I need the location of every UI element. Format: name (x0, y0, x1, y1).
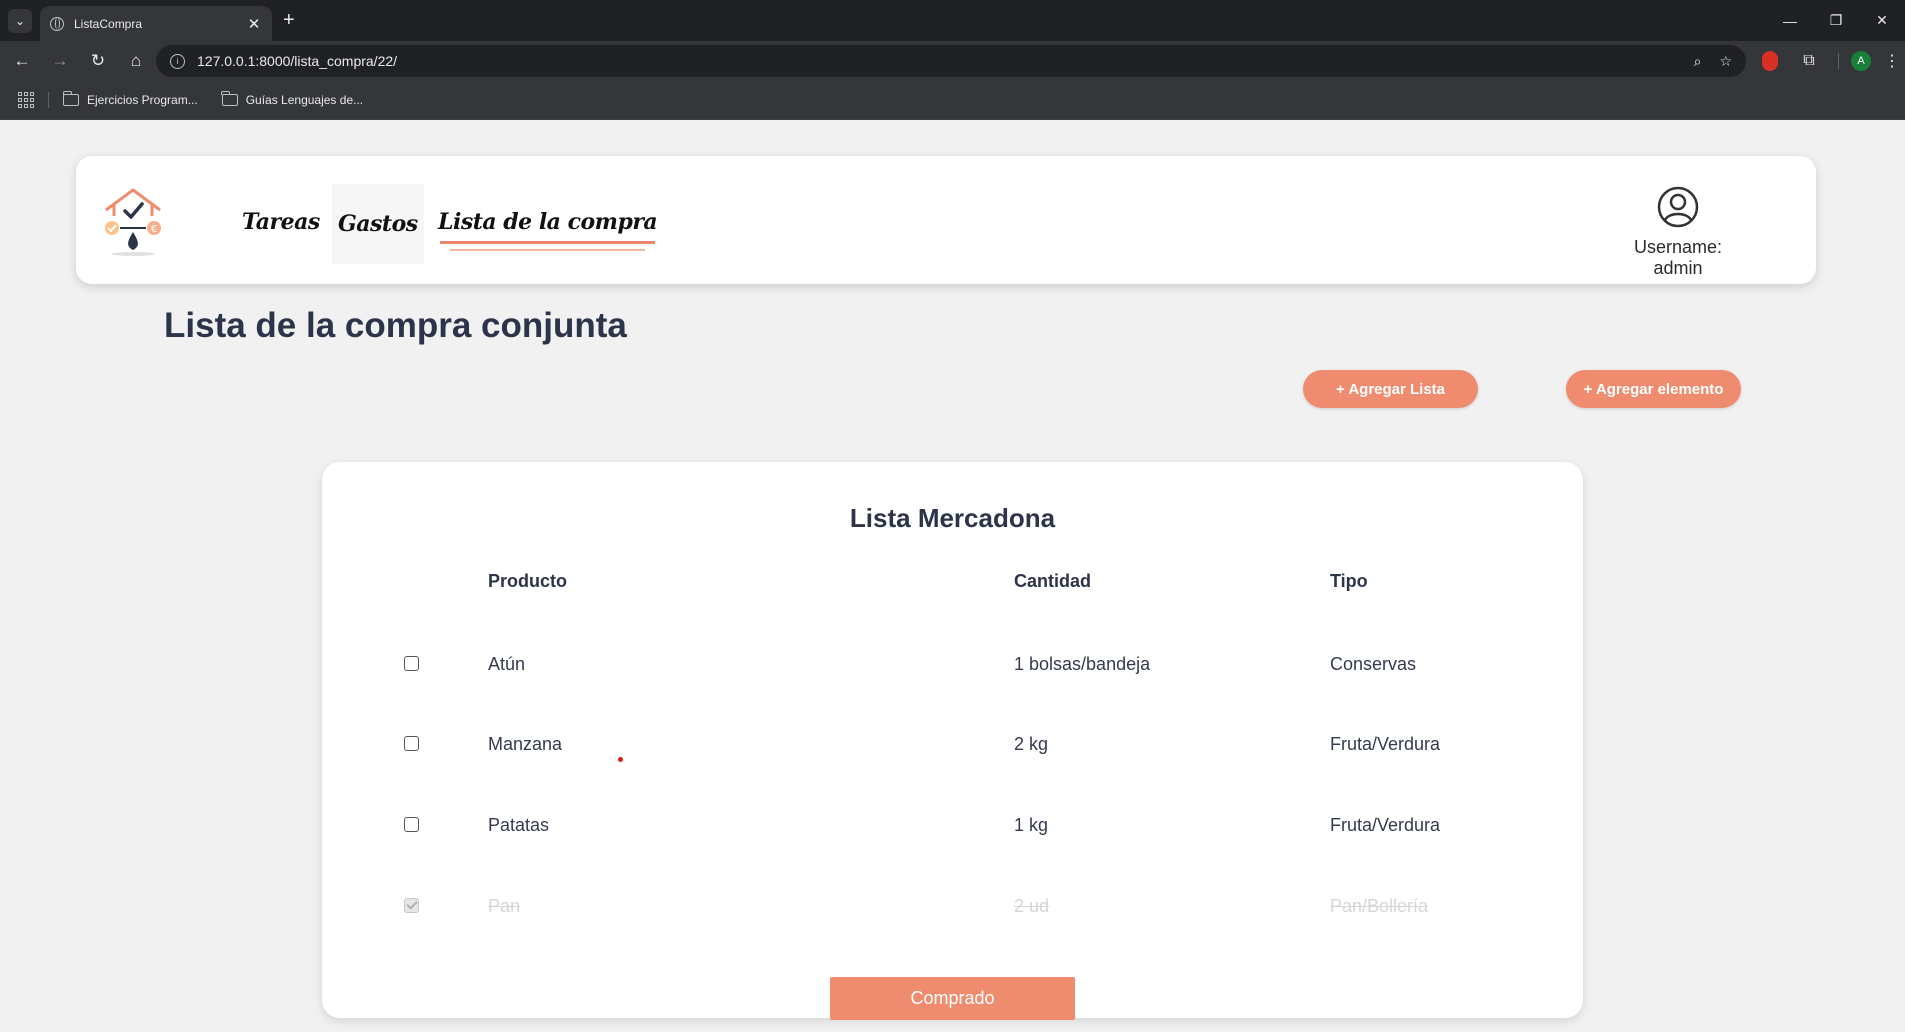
item-quantity: 1 kg (1014, 815, 1049, 835)
more-menu-icon[interactable]: ⋮ (1884, 49, 1900, 73)
window-controls: — ❐ ✕ (1767, 0, 1905, 41)
add-item-button[interactable]: + Agregar elemento (1566, 370, 1741, 408)
home-logo-icon[interactable]: € (98, 184, 168, 258)
folder-icon (62, 91, 79, 106)
bought-button[interactable]: Comprado (830, 977, 1075, 1020)
back-icon[interactable]: ← (6, 45, 38, 77)
list-item: Atún 1 bolsas/bandeja Conservas (322, 650, 1583, 680)
zoom-icon[interactable]: ⌕ (1694, 53, 1702, 70)
bookmark-folder[interactable]: Ejercicios Program... (62, 91, 198, 107)
tab-search-icon[interactable]: ⌄ (8, 9, 32, 33)
item-type: Conservas (1330, 654, 1417, 674)
item-type: Pan/Bollería (1330, 896, 1429, 916)
item-checkbox[interactable] (404, 817, 419, 832)
shopping-list-card: Lista Mercadona Producto Cantidad Tipo A… (322, 462, 1583, 1020)
column-header-product: Producto (488, 571, 567, 591)
extension-red-icon[interactable] (1762, 51, 1778, 71)
item-quantity: 2 ud (1014, 896, 1050, 916)
url-text[interactable]: 127.0.0.1:8000/lista_compra/22/ (197, 53, 1676, 69)
address-bar[interactable]: i 127.0.0.1:8000/lista_compra/22/ ⌕ ☆ (156, 45, 1746, 77)
svg-text:€: € (151, 224, 157, 235)
item-checkbox[interactable] (404, 656, 419, 671)
browser-chrome: ⌄ ListaCompra ✕ + — ❐ ✕ ← → ↻ ⌂ i 127.0.… (0, 0, 1905, 120)
nav-link-tareas[interactable]: Tareas (242, 202, 320, 242)
item-quantity: 2 kg (1014, 734, 1049, 754)
close-tab-icon[interactable]: ✕ (246, 15, 262, 33)
tab-title: ListaCompra (74, 16, 143, 31)
item-product: Patatas (488, 815, 550, 835)
bookmarks-bar: Ejercicios Program... Guías Lenguajes de… (0, 81, 1905, 120)
list-title: Lista Mercadona (849, 503, 1056, 533)
app-navbar: € Tareas Gastos Lista de la compra Usern… (76, 156, 1816, 284)
profile-avatar[interactable]: A (1851, 51, 1871, 71)
bookmarks-divider (48, 92, 49, 108)
apps-grid-icon[interactable] (18, 92, 34, 108)
folder-icon (221, 91, 238, 106)
item-type: Fruta/Verdura (1330, 815, 1441, 835)
add-list-button[interactable]: + Agregar Lista (1303, 370, 1478, 408)
bookmark-folder[interactable]: Guías Lenguajes de... (221, 91, 364, 107)
new-tab-icon[interactable]: + (283, 9, 295, 32)
item-product: Pan (488, 896, 521, 916)
nav-link-lista-compra-label: Lista de la compra (438, 209, 658, 235)
username-label: Username: admin (1633, 237, 1723, 278)
bookmark-star-icon[interactable]: ☆ (1719, 53, 1732, 70)
home-icon[interactable]: ⌂ (120, 45, 152, 77)
bookmark-label: Ejercicios Program... (87, 93, 198, 107)
forward-icon[interactable]: → (44, 45, 76, 77)
item-type: Fruta/Verdura (1330, 734, 1441, 754)
active-underline (440, 241, 656, 244)
list-item-purchased: Pan 2 ud Pan/Bollería (322, 892, 1583, 922)
item-quantity: 1 bolsas/bandeja (1014, 654, 1151, 674)
user-profile[interactable]: Username: admin (1608, 186, 1748, 279)
list-item: Patatas 1 kg Fruta/Verdura (322, 811, 1583, 841)
item-product: Atún (488, 654, 526, 674)
site-info-icon[interactable]: i (170, 53, 185, 69)
list-item: Manzana 2 kg Fruta/Verdura (322, 730, 1583, 760)
item-product: Manzana (488, 734, 563, 754)
nav-link-gastos[interactable]: Gastos (332, 184, 424, 264)
close-window-icon[interactable]: ✕ (1859, 0, 1905, 41)
column-header-type: Tipo (1330, 571, 1368, 591)
globe-icon (50, 16, 64, 31)
restore-icon[interactable]: ❐ (1813, 0, 1859, 41)
page-title: Lista de la compra conjunta (164, 306, 627, 345)
minimize-icon[interactable]: — (1767, 0, 1813, 41)
user-account-icon (1657, 186, 1699, 228)
item-checkbox[interactable] (404, 736, 419, 751)
toolbar-divider (1838, 53, 1839, 69)
browser-tab[interactable]: ListaCompra ✕ (40, 6, 272, 41)
browser-toolbar: ← → ↻ ⌂ i 127.0.0.1:8000/lista_compra/22… (0, 41, 1905, 81)
page-content: € Tareas Gastos Lista de la compra Usern… (0, 120, 1905, 1032)
tab-bar: ⌄ ListaCompra ✕ + — ❐ ✕ (0, 0, 1905, 41)
cursor-dot (618, 757, 623, 762)
active-underline-secondary (450, 249, 646, 251)
extensions-puzzle-icon[interactable]: ⧉ (1797, 49, 1821, 73)
nav-link-lista-compra[interactable]: Lista de la compra (438, 202, 658, 251)
item-checkbox-checked[interactable] (404, 898, 419, 913)
column-header-quantity: Cantidad (1014, 571, 1092, 591)
bookmark-label: Guías Lenguajes de... (245, 93, 364, 107)
reload-icon[interactable]: ↻ (82, 45, 114, 77)
